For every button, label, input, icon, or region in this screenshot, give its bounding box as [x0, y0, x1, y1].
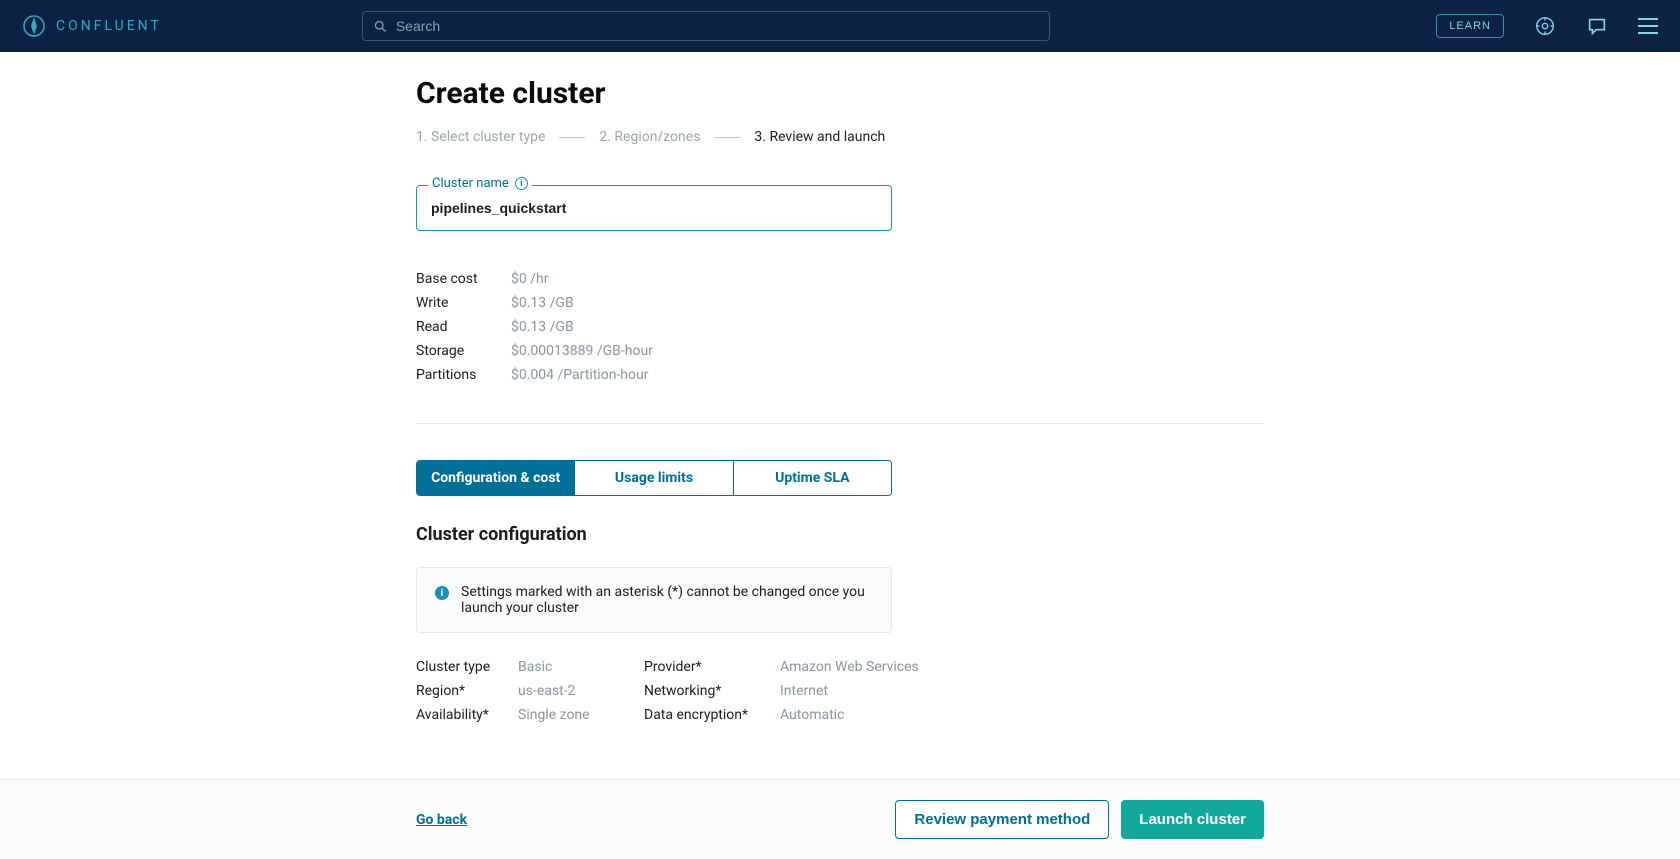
step-3: 3. Review and launch — [754, 129, 885, 145]
brand-link[interactable]: CONFLUENT — [22, 14, 162, 38]
config-value: Internet — [780, 683, 1264, 699]
config-key: Provider* — [644, 659, 772, 675]
cluster-name-input[interactable] — [416, 185, 892, 231]
divider — [416, 423, 1264, 424]
info-icon: i — [435, 586, 449, 600]
config-value: Basic — [518, 659, 636, 675]
cost-key: Write — [416, 291, 511, 315]
section-title: Cluster configuration — [416, 524, 1264, 545]
config-key: Cluster type — [416, 659, 510, 675]
review-payment-button[interactable]: Review payment method — [895, 800, 1109, 839]
go-back-link[interactable]: Go back — [416, 812, 467, 828]
tab-configuration-cost[interactable]: Configuration & cost — [417, 461, 574, 495]
cost-value: $0 /hr — [511, 267, 892, 291]
cost-key: Storage — [416, 339, 511, 363]
cost-value: $0.13 /GB — [511, 291, 892, 315]
chat-icon[interactable] — [1586, 15, 1608, 37]
cost-key: Base cost — [416, 267, 511, 291]
table-row: Base cost$0 /hr — [416, 267, 892, 291]
config-value: Single zone — [518, 707, 636, 723]
config-value: Amazon Web Services — [780, 659, 1264, 675]
brand-text: CONFLUENT — [56, 18, 162, 34]
step-separator — [714, 137, 740, 138]
config-key: Region* — [416, 683, 510, 699]
cost-key: Read — [416, 315, 511, 339]
cost-value: $0.004 /Partition-hour — [511, 363, 892, 387]
tab-uptime-sla[interactable]: Uptime SLA — [733, 461, 891, 495]
table-row: Partitions$0.004 /Partition-hour — [416, 363, 892, 387]
cluster-name-label: Cluster name i — [428, 176, 532, 191]
notice-text: Settings marked with an asterisk (*) can… — [461, 584, 873, 616]
menu-icon[interactable] — [1638, 18, 1658, 34]
footer-bar: Go back Review payment method Launch clu… — [0, 779, 1680, 859]
tabs: Configuration & cost Usage limits Uptime… — [416, 460, 892, 496]
launch-cluster-button[interactable]: Launch cluster — [1121, 800, 1264, 839]
cluster-name-label-text: Cluster name — [432, 176, 509, 191]
cost-table: Base cost$0 /hr Write$0.13 /GB Read$0.13… — [416, 267, 892, 387]
search-icon — [373, 19, 388, 34]
confluent-logo-icon — [22, 14, 46, 38]
help-icon[interactable] — [1534, 15, 1556, 37]
step-2[interactable]: 2. Region/zones — [599, 129, 700, 145]
search-input[interactable] — [396, 18, 1039, 34]
info-icon[interactable]: i — [515, 177, 528, 190]
main-scroll: Create cluster 1. Select cluster type 2.… — [0, 52, 1680, 779]
search-wrap — [362, 11, 1050, 41]
wizard-steps: 1. Select cluster type 2. Region/zones 3… — [416, 129, 1264, 145]
cost-key: Partitions — [416, 363, 511, 387]
table-row: Read$0.13 /GB — [416, 315, 892, 339]
tab-usage-limits[interactable]: Usage limits — [574, 461, 732, 495]
config-value: Automatic — [780, 707, 1264, 723]
top-nav: CONFLUENT LEARN — [0, 0, 1680, 52]
step-1[interactable]: 1. Select cluster type — [416, 129, 545, 145]
learn-button[interactable]: LEARN — [1436, 14, 1504, 38]
table-row: Write$0.13 /GB — [416, 291, 892, 315]
cluster-name-field: Cluster name i — [416, 185, 892, 231]
config-key: Data encryption* — [644, 707, 772, 723]
nav-right: LEARN — [1436, 14, 1658, 38]
config-key: Networking* — [644, 683, 772, 699]
notice-box: i Settings marked with an asterisk (*) c… — [416, 567, 892, 633]
config-key: Availability* — [416, 707, 510, 723]
search-box[interactable] — [362, 11, 1050, 41]
table-row: Storage$0.00013889 /GB-hour — [416, 339, 892, 363]
step-separator — [559, 137, 585, 138]
config-grid: Cluster type Basic Provider* Amazon Web … — [416, 659, 1264, 723]
page-title: Create cluster — [416, 76, 1264, 111]
config-value: us-east-2 — [518, 683, 636, 699]
cost-value: $0.00013889 /GB-hour — [511, 339, 892, 363]
cost-value: $0.13 /GB — [511, 315, 892, 339]
